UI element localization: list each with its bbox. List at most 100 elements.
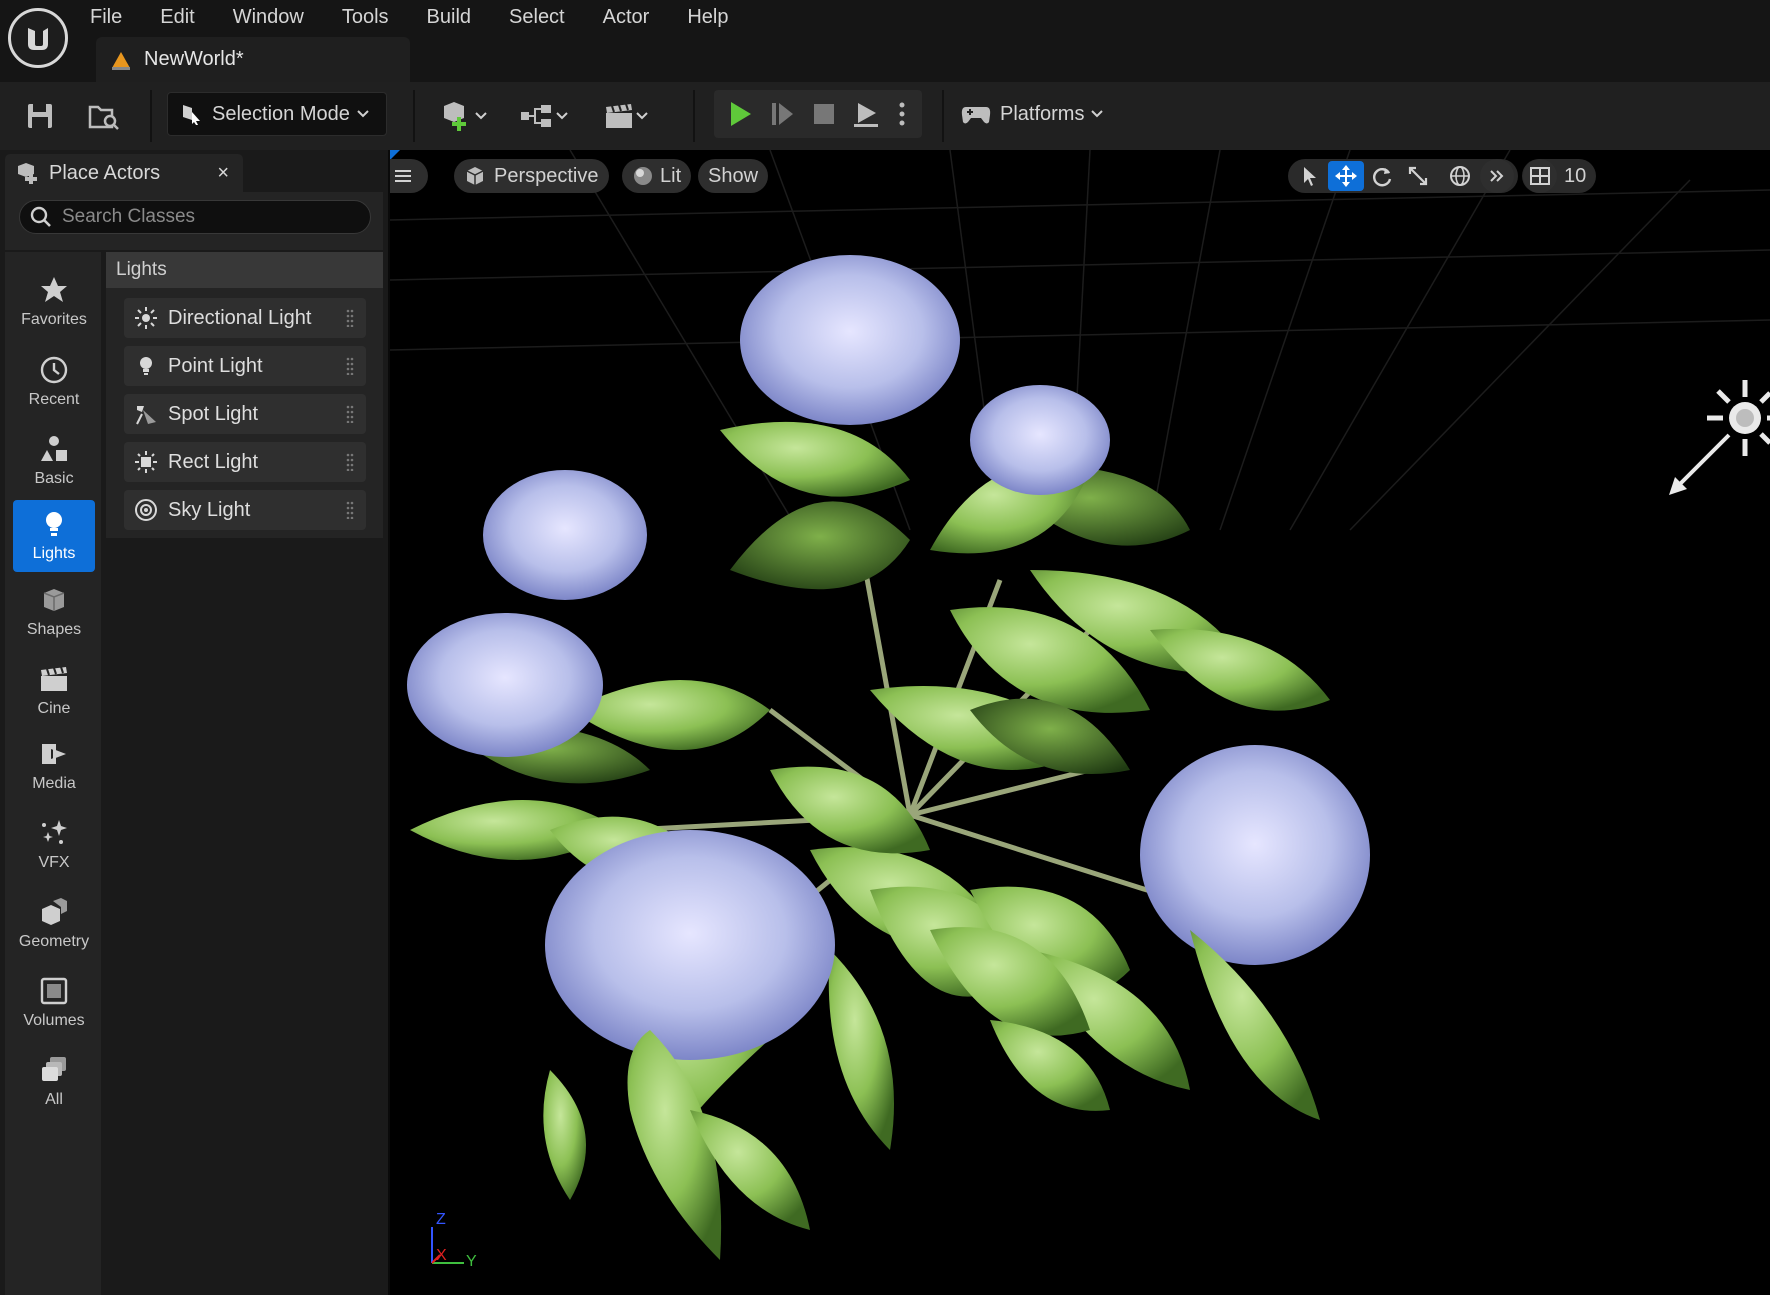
layout-grid-icon: [1530, 167, 1550, 185]
search-icon: [30, 206, 51, 227]
sun-icon: [135, 307, 157, 329]
category-label: Geometry: [18, 933, 90, 950]
world-space-icon[interactable]: [1442, 161, 1478, 191]
selection-mode-dropdown[interactable]: Selection Mode: [167, 92, 387, 136]
lights-list: Directional Light Point Light Spot Light…: [106, 288, 383, 538]
level-tab-label: NewWorld*: [144, 48, 244, 70]
double-chevron-right-icon: [1490, 170, 1504, 182]
category-label: Lights: [32, 545, 76, 562]
eject-icon[interactable]: [845, 99, 887, 129]
unreal-logo-icon[interactable]: [8, 8, 68, 68]
list-item-label: Rect Light: [168, 450, 259, 473]
lit-sphere-icon: [634, 167, 652, 185]
perspective-dropdown[interactable]: Perspective: [454, 159, 609, 193]
category-rail: Favorites Recent Basic Lights Shapes Cin…: [5, 252, 101, 1295]
viewport-options-button[interactable]: [390, 159, 428, 193]
menu-file[interactable]: File: [88, 2, 124, 33]
drag-handle-icon[interactable]: [346, 405, 354, 423]
content-browser-icon[interactable]: [86, 98, 122, 134]
category-label: VFX: [38, 854, 70, 871]
lights-section-header[interactable]: Lights: [106, 252, 383, 288]
chevron-down-icon: [636, 112, 648, 120]
blueprints-button[interactable]: [514, 96, 574, 136]
list-item-spot-light[interactable]: Spot Light: [124, 394, 366, 434]
level-tab[interactable]: NewWorld*: [96, 37, 410, 82]
menu-tools[interactable]: Tools: [340, 2, 391, 33]
rotate-tool-icon[interactable]: [1364, 161, 1400, 191]
expand-toolbar-button[interactable]: [1480, 159, 1514, 193]
view-mode-dropdown[interactable]: Lit: [622, 159, 692, 193]
menu-select[interactable]: Select: [507, 2, 567, 33]
toolbar-divider: [413, 90, 415, 142]
drag-handle-icon[interactable]: [346, 501, 354, 519]
menu-bar: File Edit Window Tools Build Select Acto…: [88, 0, 764, 34]
category-geometry[interactable]: Geometry: [13, 884, 95, 964]
search-input[interactable]: [62, 206, 362, 228]
viewport-layout-button[interactable]: [1523, 159, 1557, 193]
platforms-dropdown[interactable]: Platforms: [960, 92, 1104, 136]
category-label: All: [45, 1091, 63, 1108]
volume-icon: [40, 977, 68, 1005]
add-actor-button[interactable]: [434, 96, 494, 136]
category-label: Cine: [37, 700, 71, 717]
axis-gizmo: Z X Y: [424, 1205, 494, 1275]
category-recent[interactable]: Recent: [13, 342, 95, 422]
list-item-point-light[interactable]: Point Light: [124, 346, 366, 386]
drag-handle-icon[interactable]: [346, 357, 354, 375]
place-actors-tab[interactable]: Place Actors ×: [5, 154, 243, 192]
selection-mode-label: Selection Mode: [212, 102, 350, 125]
directional-light-gizmo-icon[interactable]: [1645, 365, 1770, 495]
menu-actor[interactable]: Actor: [601, 2, 652, 33]
select-tool-icon[interactable]: [1292, 161, 1328, 191]
selection-cursor-icon: [183, 105, 200, 125]
list-item-rect-light[interactable]: Rect Light: [124, 442, 366, 482]
list-item-directional-light[interactable]: Directional Light: [124, 298, 366, 338]
geometry-icon: [42, 898, 67, 925]
main-toolbar: Selection Mode Platforms: [0, 82, 1770, 150]
hydrangea-mesh[interactable]: [390, 150, 1770, 1295]
menu-window[interactable]: Window: [231, 2, 306, 33]
axis-y-label: Y: [466, 1253, 477, 1270]
advance-frame-icon[interactable]: [761, 99, 803, 129]
category-basic[interactable]: Basic: [13, 421, 95, 501]
drag-handle-icon[interactable]: [346, 309, 354, 327]
search-field[interactable]: [19, 200, 371, 234]
category-favorites[interactable]: Favorites: [13, 262, 95, 342]
list-item-label: Directional Light: [168, 306, 312, 329]
play-controls: [714, 90, 922, 138]
play-icon[interactable]: [719, 99, 761, 129]
sparkles-icon: [42, 820, 67, 844]
category-lights[interactable]: Lights: [13, 500, 95, 572]
menu-edit[interactable]: Edit: [158, 2, 196, 33]
more-options-icon[interactable]: [887, 99, 917, 129]
title-bar: File Edit Window Tools Build Select Acto…: [0, 0, 1770, 82]
axis-z-label: Z: [436, 1211, 446, 1228]
cinematics-button[interactable]: [596, 96, 656, 136]
category-media[interactable]: Media: [13, 726, 95, 806]
toolbar-divider: [150, 90, 152, 142]
save-icon[interactable]: [22, 98, 58, 134]
menu-help[interactable]: Help: [685, 2, 730, 33]
perspective-cube-icon: [466, 167, 484, 185]
category-cine[interactable]: Cine: [13, 651, 95, 731]
category-shapes[interactable]: Shapes: [13, 572, 95, 652]
close-icon[interactable]: ×: [217, 162, 229, 185]
stop-icon[interactable]: [803, 99, 845, 129]
bulb-icon: [140, 357, 152, 375]
category-vfx[interactable]: VFX: [13, 805, 95, 885]
scale-tool-icon[interactable]: [1400, 161, 1436, 191]
category-volumes[interactable]: Volumes: [13, 963, 95, 1043]
move-tool-icon[interactable]: [1328, 161, 1364, 191]
lit-label: Lit: [660, 164, 682, 187]
list-item-sky-light[interactable]: Sky Light: [124, 490, 366, 530]
grid-snap-value: 10: [1564, 164, 1587, 187]
level-icon: [112, 51, 130, 70]
level-viewport[interactable]: Perspective Lit Show 10 Z X Y: [390, 150, 1770, 1295]
show-dropdown[interactable]: Show: [698, 159, 769, 193]
menu-build[interactable]: Build: [425, 2, 473, 33]
drag-handle-icon[interactable]: [346, 453, 354, 471]
category-all[interactable]: All: [13, 1042, 95, 1122]
chevron-down-icon: [556, 112, 568, 120]
category-label: Shapes: [26, 621, 82, 638]
clapperboard-icon: [41, 666, 67, 691]
